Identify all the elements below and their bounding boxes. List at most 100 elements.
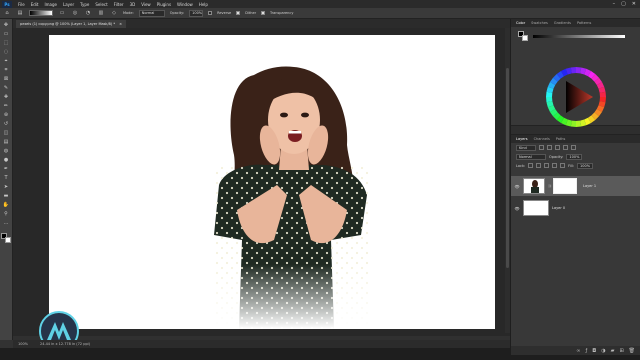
dodge-icon[interactable]: ● [2,157,10,163]
healing-icon[interactable]: ✚ [2,94,10,100]
layer-name[interactable]: Layer 1 [583,184,596,188]
frame-icon[interactable]: ⊠ [2,76,10,82]
adjustment-icon[interactable]: ◑ [601,348,605,354]
new-layer-icon[interactable]: ⊞ [619,348,623,354]
color-panel-swatches[interactable] [518,31,528,41]
type-icon[interactable]: T [2,175,10,181]
lock-all-icon[interactable] [560,163,566,168]
pixel-filter-icon[interactable] [539,145,544,150]
blur-icon[interactable]: ◍ [2,148,10,154]
smart-object-filter-icon[interactable] [571,145,576,150]
more-icon[interactable]: … [2,220,10,226]
angle-gradient-icon[interactable]: ◔ [84,10,92,16]
menu-edit[interactable]: Edit [31,2,39,7]
menu-filter[interactable]: Filter [114,2,124,7]
tab-gradients[interactable]: Gradients [554,21,571,25]
layer-row-layer-0[interactable]: 👁 Layer 0 [511,198,640,218]
trash-icon[interactable]: 🗑 [629,348,635,354]
reverse-checkbox[interactable] [208,11,213,15]
menu-type[interactable]: Type [80,2,89,7]
zoom-icon[interactable]: ⚲ [2,211,10,217]
linear-gradient-icon[interactable]: ▭ [58,10,66,16]
brightness-slider[interactable] [533,35,625,38]
menu-plugins[interactable]: Plugins [157,2,171,7]
history-brush-icon[interactable]: ↺ [2,121,10,127]
stamp-icon[interactable]: ⊛ [2,112,10,118]
close-button[interactable]: ✕ [632,1,636,7]
foreground-background-swatches[interactable] [1,233,11,243]
transparency-label: Transparency [270,11,294,15]
menu-3d[interactable]: 3D [130,2,136,7]
layer-filter-select[interactable]: Kind [516,144,536,151]
lock-position-icon[interactable] [544,163,550,168]
visibility-eye-icon[interactable]: 👁 [511,206,523,211]
tab-swatches[interactable]: Swatches [531,21,548,25]
group-icon[interactable]: ▰ [611,348,615,354]
eyedropper-icon[interactable]: ✎ [2,85,10,91]
tab-channels[interactable]: Channels [534,137,550,141]
menu-layer[interactable]: Layer [63,2,74,7]
minimize-button[interactable]: – [613,1,616,7]
artboard-icon[interactable]: ▭ [2,31,10,37]
document-canvas[interactable] [49,35,495,329]
tab-layers[interactable]: Layers [516,137,528,141]
scroll-thumb[interactable] [506,68,509,268]
path-select-icon[interactable]: ➤ [2,184,10,190]
layer-name[interactable]: Layer 0 [552,206,565,210]
menu-select[interactable]: Select [95,2,107,7]
shape-icon[interactable]: ▬ [2,193,10,199]
eraser-icon[interactable]: ◫ [2,130,10,136]
lock-transparent-icon[interactable] [528,163,534,168]
shape-filter-icon[interactable] [563,145,568,150]
color-wheel[interactable] [546,67,606,127]
tab-patterns[interactable]: Patterns [577,21,591,25]
type-filter-icon[interactable] [555,145,560,150]
tab-color[interactable]: Color [516,21,525,25]
menu-view[interactable]: View [141,2,151,7]
fx-icon[interactable]: ƒ [585,348,587,354]
mode-select[interactable]: Normal [138,9,165,17]
hand-icon[interactable]: ✋ [2,202,10,208]
right-panel: Color Swatches Gradients Patterns Layers… [510,19,640,355]
adjustment-filter-icon[interactable] [547,145,552,150]
mask-link-icon[interactable]: ⛓ [548,184,552,188]
menu-window[interactable]: Window [177,2,193,7]
lock-pixels-icon[interactable] [536,163,542,168]
gradient-icon[interactable]: ▤ [2,139,10,145]
layer-mask-thumbnail[interactable] [553,178,577,194]
menu-image[interactable]: Image [44,2,57,7]
blend-mode-select[interactable]: Normal [516,153,546,160]
lasso-icon[interactable]: ◌ [2,49,10,55]
marquee-icon[interactable]: ⬚ [2,40,10,46]
document-info[interactable]: 24.44 in x 12.778 in (72 ppi) [40,342,90,346]
background-color[interactable] [522,35,528,41]
maximize-button[interactable]: ▢ [621,1,626,7]
background-swatch[interactable] [5,237,11,243]
brush-icon[interactable]: ✏ [2,103,10,109]
transparency-checkbox[interactable] [261,11,266,15]
mask-icon[interactable]: ◘ [592,348,596,354]
gradient-picker[interactable] [29,10,53,16]
document-tab[interactable]: pexels (1) copy.png @ 100% (Layer 1, Lay… [16,20,127,28]
pen-icon[interactable]: ✒ [2,166,10,172]
tab-close-icon[interactable]: × [119,22,122,26]
diamond-gradient-icon[interactable]: ◇ [110,10,118,16]
crop-icon[interactable]: ⌗ [2,67,10,73]
layer-opacity-field[interactable]: 100% [566,153,583,160]
zoom-level[interactable]: 100% [18,342,28,346]
opacity-field[interactable]: 100% [189,9,204,17]
layer-row-layer-1[interactable]: 👁 ⛓ Layer 1 [511,176,640,196]
fill-field[interactable]: 100% [577,162,594,169]
menu-file[interactable]: File [18,2,25,7]
menu-help[interactable]: Help [199,2,208,7]
move-icon[interactable]: ✥ [2,22,10,28]
home-icon[interactable]: ⌂ [3,10,11,16]
link-icon[interactable]: ∞ [576,348,580,354]
dither-checkbox[interactable] [236,11,241,15]
quick-select-icon[interactable]: ⌖ [2,58,10,64]
lock-artboard-icon[interactable] [552,163,558,168]
tab-paths[interactable]: Paths [556,137,566,141]
visibility-eye-icon[interactable]: 👁 [511,184,523,189]
reflected-gradient-icon[interactable]: ▥ [97,10,105,16]
radial-gradient-icon[interactable]: ◎ [71,10,79,16]
